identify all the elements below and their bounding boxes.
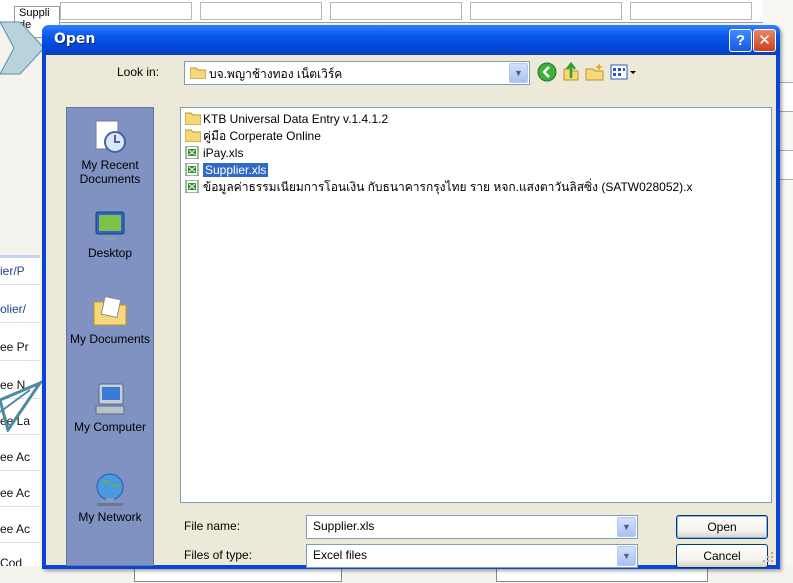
recent-documents-icon (95, 120, 126, 153)
place-my-computer[interactable]: My Computer (67, 374, 153, 464)
folder-icon (185, 112, 201, 125)
close-button[interactable]: ✕ (753, 29, 776, 52)
excel-file-icon (185, 180, 199, 193)
my-documents-icon (93, 295, 127, 326)
file-type-value: Excel files (313, 548, 368, 562)
background-row[interactable]: ier/P (0, 258, 40, 285)
dialog-body: Look in: บจ.พญาช้างทอง เน็ตเวิร์ค ▼ My R… (46, 55, 776, 568)
list-item-selected[interactable]: Supplier.xls (185, 162, 269, 179)
open-button[interactable]: Open (676, 515, 768, 539)
folder-icon (185, 129, 201, 142)
list-item[interactable]: KTB Universal Data Entry v.1.4.1.2 (185, 111, 388, 128)
background-row[interactable]: ee Ac (0, 516, 40, 543)
place-my-recent-documents[interactable]: My Recent Documents (67, 112, 153, 202)
file-name: ข้อมูลค่าธรรมเนียมการโอนเงิน กับธนาคารกร… (203, 180, 693, 194)
dialog-titlebar[interactable]: Open ? ✕ (42, 25, 780, 55)
background-row[interactable]: ee Pr (0, 334, 40, 361)
back-icon[interactable] (536, 61, 558, 83)
views-menu-icon[interactable] (609, 61, 639, 83)
place-label: My Recent Documents (79, 158, 141, 186)
chevron-down-icon[interactable]: ▼ (617, 517, 636, 537)
background-row[interactable]: ee Ac (0, 480, 40, 507)
new-folder-icon[interactable] (584, 61, 606, 83)
file-type-dropdown[interactable]: Excel files ▼ (306, 544, 638, 568)
background-cell (330, 2, 462, 20)
places-bar: My Recent Documents Desktop My Documents (66, 107, 154, 566)
background-toolbar-strip (0, 0, 793, 23)
up-folder-icon[interactable] (560, 61, 582, 83)
place-my-documents[interactable]: My Documents (67, 286, 153, 376)
excel-file-icon (185, 163, 199, 176)
list-item[interactable]: iPay.xls (185, 145, 243, 162)
place-label: My Computer (73, 420, 147, 434)
desktop-icon (95, 211, 125, 240)
my-computer-icon (95, 383, 125, 415)
place-desktop[interactable]: Desktop (67, 200, 153, 290)
tutorial-arrow-icon (0, 380, 44, 432)
close-icon: ✕ (758, 32, 771, 49)
list-item[interactable]: ข้อมูลค่าธรรมเนียมการโอนเงิน กับธนาคารกร… (185, 179, 693, 196)
look-in-dropdown[interactable]: บจ.พญาช้างทอง เน็ตเวิร์ค ▼ (184, 61, 530, 85)
my-network-icon (96, 473, 124, 506)
place-label: My Network (78, 510, 142, 524)
background-row[interactable]: ee Ac (0, 444, 40, 471)
file-name-label: File name: (184, 519, 241, 533)
place-my-network[interactable]: My Network (67, 464, 153, 554)
file-name: KTB Universal Data Entry v.1.4.1.2 (203, 112, 389, 126)
look-in-value: บจ.พญาช้างทอง เน็ตเวิร์ค (209, 67, 343, 81)
file-list[interactable]: KTB Universal Data Entry v.1.4.1.2 คู่มื… (180, 107, 772, 503)
chevron-down-icon[interactable]: ▼ (509, 63, 528, 83)
file-name: คู่มือ Corperate Online (203, 129, 321, 143)
open-dialog: Open ? ✕ Look in: บจ.พญาช้างทอง เน็ตเวิร… (42, 25, 780, 569)
file-name: Supplier.xls (203, 163, 269, 177)
chevron-down-icon[interactable]: ▼ (617, 546, 636, 566)
background-cell (470, 2, 622, 20)
list-item[interactable]: คู่มือ Corperate Online (185, 128, 321, 145)
look-in-label: Look in: (117, 65, 160, 79)
file-type-label: Files of type: (184, 548, 253, 562)
folder-icon (190, 67, 206, 79)
tutorial-arrow-icon (0, 21, 45, 75)
dialog-title: Open (54, 31, 96, 47)
file-name: iPay.xls (203, 146, 244, 160)
background-row[interactable]: olier/ (0, 296, 40, 323)
place-label: Desktop (87, 246, 133, 260)
resize-grip-icon[interactable] (762, 551, 774, 563)
background-cell (630, 2, 752, 20)
excel-file-icon (185, 146, 199, 159)
help-button[interactable]: ? (729, 29, 752, 52)
background-cell (60, 2, 192, 20)
help-icon: ? (735, 32, 746, 49)
cancel-button[interactable]: Cancel (676, 544, 768, 568)
background-cell (200, 2, 322, 20)
file-name-value: Supplier.xls (313, 519, 375, 533)
file-name-field[interactable]: Supplier.xls ▼ (306, 515, 638, 539)
place-label: My Documents (69, 332, 151, 346)
